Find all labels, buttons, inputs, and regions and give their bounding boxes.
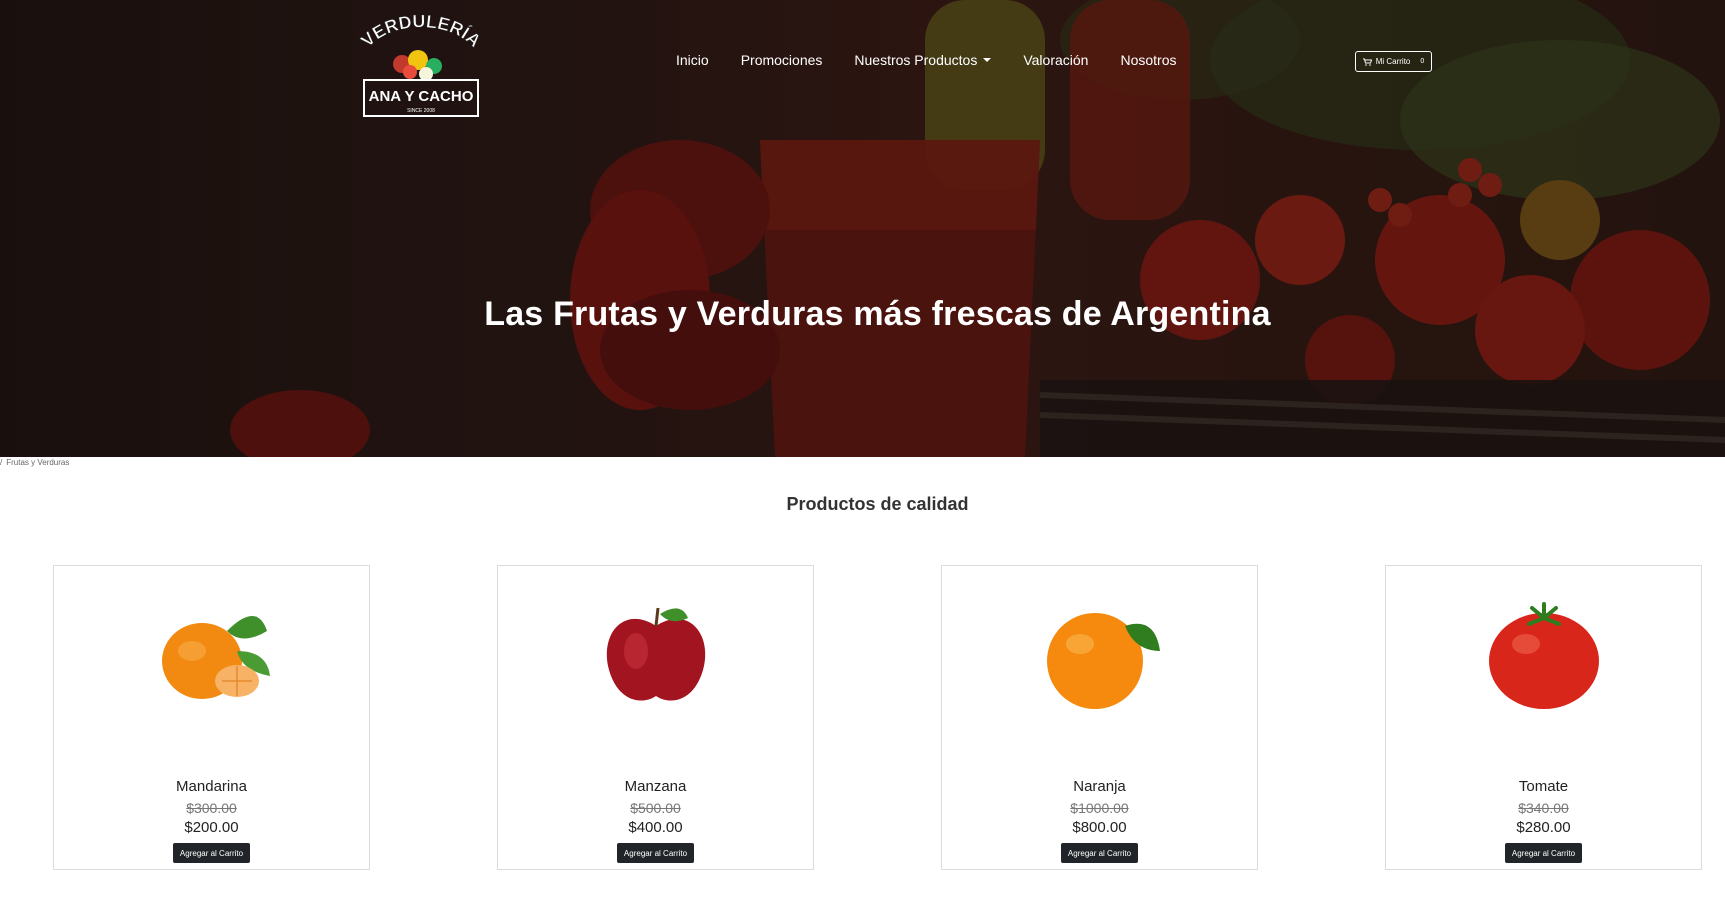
add-to-cart-button[interactable]: Agregar al Carrito (1061, 843, 1138, 863)
breadcrumb: / Frutas y Verduras (0, 458, 69, 467)
nav-label: Nosotros (1120, 52, 1177, 68)
product-price: $280.00 (1516, 819, 1571, 836)
hero-title: Las Frutas y Verduras más frescas de Arg… (484, 295, 1271, 333)
hero-banner: VERDULERÍA ANA Y CACHO SINCE 2008 Inicio… (0, 0, 1725, 457)
svg-text:ANA Y CACHO: ANA Y CACHO (369, 88, 474, 105)
tomato-image (1489, 602, 1599, 709)
add-to-cart-button[interactable]: Agregar al Carrito (617, 843, 694, 863)
product-price: $800.00 (1072, 819, 1127, 836)
nav-item-nosotros[interactable]: Nosotros (1104, 50, 1192, 70)
product-name: Manzana (624, 778, 687, 795)
cart-count-badge: 0 (1420, 58, 1425, 65)
product-card: Naranja $1000.00 $800.00 Agregar al Carr… (941, 565, 1258, 870)
store-logo[interactable]: VERDULERÍA ANA Y CACHO SINCE 2008 (352, 10, 490, 118)
cart-button[interactable]: Mi Carrito 0 (1355, 51, 1432, 72)
product-old-price: $340.00 (1518, 800, 1569, 816)
chevron-down-icon (983, 58, 992, 62)
nav-label: Valoración (1023, 52, 1089, 68)
nav-label: Nuestros Productos (854, 52, 978, 68)
nav-item-inicio[interactable]: Inicio (660, 50, 725, 70)
add-to-cart-button[interactable]: Agregar al Carrito (1505, 843, 1582, 863)
product-card: Mandarina $300.00 $200.00 Agregar al Car… (53, 565, 370, 870)
product-old-price: $300.00 (186, 800, 237, 816)
cart-icon (1362, 58, 1372, 66)
product-price: $200.00 (184, 819, 239, 836)
nav-label: Inicio (676, 52, 709, 68)
section-title: Productos de calidad (786, 494, 969, 514)
nav-item-valoracion[interactable]: Valoración (1007, 50, 1104, 70)
svg-text:VERDULERÍA: VERDULERÍA (357, 11, 485, 51)
mandarin-image (162, 616, 270, 699)
product-name: Tomate (1518, 778, 1569, 795)
breadcrumb-separator: / (0, 458, 3, 467)
nav-item-nuestros-productos[interactable]: Nuestros Productos (838, 50, 1007, 70)
nav-item-promociones[interactable]: Promociones (725, 50, 839, 70)
product-old-price: $1000.00 (1070, 800, 1129, 816)
breadcrumb-item[interactable]: Frutas y Verduras (6, 458, 69, 467)
product-old-price: $500.00 (630, 800, 681, 816)
cart-label: Mi Carrito (1375, 57, 1411, 66)
svg-text:SINCE 2008: SINCE 2008 (407, 108, 435, 114)
main-nav: Inicio Promociones Nuestros Productos Va… (660, 50, 1193, 70)
orange-image (1047, 613, 1160, 709)
product-card: Tomate $340.00 $280.00 Agregar al Carrit… (1385, 565, 1702, 870)
product-name: Naranja (1073, 778, 1126, 795)
apple-image (606, 607, 706, 701)
nav-label: Promociones (740, 52, 823, 68)
product-name: Mandarina (176, 778, 247, 795)
product-price: $400.00 (628, 819, 683, 836)
product-card: Manzana $500.00 $400.00 Agregar al Carri… (497, 565, 814, 870)
add-to-cart-button[interactable]: Agregar al Carrito (173, 843, 250, 863)
